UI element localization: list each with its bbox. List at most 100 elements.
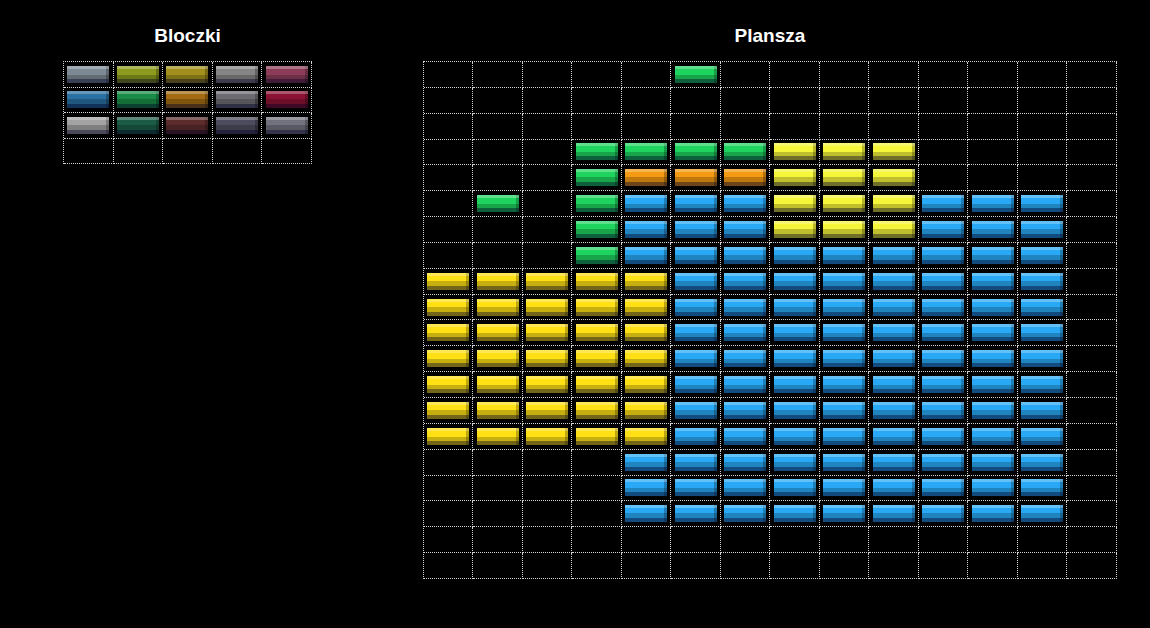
board-brick-icon[interactable]	[675, 273, 717, 290]
board-cell[interactable]	[968, 553, 1018, 579]
board-cell[interactable]	[919, 114, 969, 140]
board-cell[interactable]	[622, 346, 672, 372]
palette-brick-icon[interactable]	[166, 117, 208, 134]
board-brick-icon[interactable]	[1021, 402, 1063, 419]
palette-brick-icon[interactable]	[216, 117, 258, 134]
board-cell[interactable]	[523, 88, 573, 114]
board-cell[interactable]	[770, 243, 820, 269]
board-cell[interactable]	[622, 243, 672, 269]
board-brick-icon[interactable]	[972, 428, 1014, 445]
board-cell[interactable]	[820, 140, 870, 166]
board-brick-icon[interactable]	[625, 428, 667, 445]
board-cell[interactable]	[523, 191, 573, 217]
board-brick-icon[interactable]	[922, 247, 964, 264]
board-cell[interactable]	[770, 501, 820, 527]
board-cell[interactable]	[1067, 553, 1117, 579]
board-cell[interactable]	[622, 62, 672, 88]
board-cell[interactable]	[523, 62, 573, 88]
board-cell[interactable]	[1018, 191, 1068, 217]
board-brick-icon[interactable]	[774, 454, 816, 471]
board-brick-icon[interactable]	[576, 247, 618, 264]
board-brick-icon[interactable]	[675, 143, 717, 160]
board-cell[interactable]	[919, 424, 969, 450]
board-cell[interactable]	[1018, 501, 1068, 527]
board-cell[interactable]	[869, 372, 919, 398]
board-brick-icon[interactable]	[922, 428, 964, 445]
board-brick-icon[interactable]	[576, 428, 618, 445]
board-cell[interactable]	[721, 476, 771, 502]
board-cell[interactable]	[919, 217, 969, 243]
board-cell[interactable]	[919, 88, 969, 114]
board-cell[interactable]	[1067, 140, 1117, 166]
board-cell[interactable]	[820, 553, 870, 579]
board-cell[interactable]	[572, 320, 622, 346]
board-cell[interactable]	[671, 320, 721, 346]
board-cell[interactable]	[770, 424, 820, 450]
board-brick-icon[interactable]	[972, 402, 1014, 419]
board-cell[interactable]	[721, 62, 771, 88]
board-cell[interactable]	[968, 372, 1018, 398]
board-brick-icon[interactable]	[576, 273, 618, 290]
board-brick-icon[interactable]	[477, 195, 519, 212]
board-cell[interactable]	[869, 269, 919, 295]
palette-cell[interactable]	[262, 139, 312, 165]
board-brick-icon[interactable]	[477, 324, 519, 341]
board-cell[interactable]	[572, 476, 622, 502]
board-cell[interactable]	[919, 398, 969, 424]
board-cell[interactable]	[968, 243, 1018, 269]
palette-cell[interactable]	[213, 62, 263, 88]
board-cell[interactable]	[671, 114, 721, 140]
board-cell[interactable]	[671, 269, 721, 295]
board-brick-icon[interactable]	[873, 247, 915, 264]
board-brick-icon[interactable]	[873, 221, 915, 238]
board-cell[interactable]	[572, 527, 622, 553]
board-cell[interactable]	[968, 527, 1018, 553]
board-brick-icon[interactable]	[972, 273, 1014, 290]
board-cell[interactable]	[622, 424, 672, 450]
board-cell[interactable]	[572, 450, 622, 476]
board-cell[interactable]	[473, 191, 523, 217]
board-cell[interactable]	[1067, 501, 1117, 527]
board-cell[interactable]	[473, 88, 523, 114]
board-cell[interactable]	[1067, 372, 1117, 398]
board-cell[interactable]	[671, 527, 721, 553]
board-cell[interactable]	[721, 527, 771, 553]
palette-brick-icon[interactable]	[266, 91, 308, 108]
palette-brick-icon[interactable]	[67, 66, 109, 83]
board-cell[interactable]	[572, 269, 622, 295]
board-brick-icon[interactable]	[823, 143, 865, 160]
board-cell[interactable]	[1018, 398, 1068, 424]
board-cell[interactable]	[869, 501, 919, 527]
board-cell[interactable]	[869, 424, 919, 450]
board-cell[interactable]	[968, 165, 1018, 191]
board-cell[interactable]	[473, 295, 523, 321]
board-cell[interactable]	[1018, 476, 1068, 502]
board-brick-icon[interactable]	[1021, 454, 1063, 471]
board-brick-icon[interactable]	[823, 402, 865, 419]
board-brick-icon[interactable]	[922, 299, 964, 316]
board-cell[interactable]	[1018, 243, 1068, 269]
board-cell[interactable]	[721, 398, 771, 424]
board-brick-icon[interactable]	[1021, 428, 1063, 445]
board-brick-icon[interactable]	[972, 454, 1014, 471]
board-brick-icon[interactable]	[724, 454, 766, 471]
board-brick-icon[interactable]	[774, 169, 816, 186]
board-cell[interactable]	[572, 217, 622, 243]
board-cell[interactable]	[473, 372, 523, 398]
board-cell[interactable]	[622, 165, 672, 191]
board-brick-icon[interactable]	[873, 428, 915, 445]
board-brick-icon[interactable]	[823, 505, 865, 522]
board-cell[interactable]	[523, 424, 573, 450]
board-cell[interactable]	[622, 553, 672, 579]
board-brick-icon[interactable]	[823, 247, 865, 264]
board-cell[interactable]	[572, 424, 622, 450]
board-cell[interactable]	[622, 527, 672, 553]
board-brick-icon[interactable]	[625, 505, 667, 522]
board-cell[interactable]	[820, 450, 870, 476]
board-cell[interactable]	[424, 217, 474, 243]
board-brick-icon[interactable]	[625, 299, 667, 316]
palette-cell[interactable]	[163, 139, 213, 165]
board-brick-icon[interactable]	[724, 479, 766, 496]
board-brick-icon[interactable]	[922, 324, 964, 341]
board-cell[interactable]	[1018, 346, 1068, 372]
